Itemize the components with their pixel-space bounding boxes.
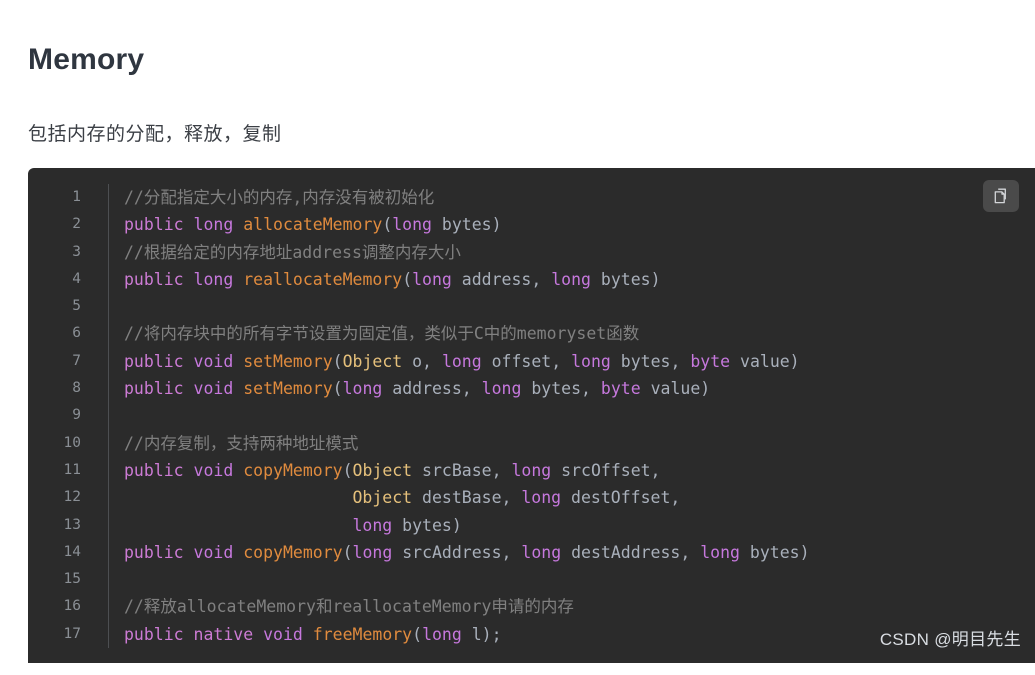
line-number: 2 xyxy=(72,216,81,233)
code-scroll-area[interactable]: 1 //分配指定大小的内存,内存没有被初始化 2 public long alloca… xyxy=(28,168,1035,663)
copy-icon xyxy=(992,187,1010,205)
code-line: 6 //将内存块中的所有字节设置为固定值，类似于C中的memoryset函数 xyxy=(28,320,1035,348)
code-line-text: public void copyMemory(Object srcBase, l… xyxy=(124,460,661,480)
code-line: 1 //分配指定大小的内存,内存没有被初始化 xyxy=(28,184,1035,212)
code-line: 16 //释放allocateMemory和reallocateMemory申请的… xyxy=(28,593,1035,621)
line-number: 11 xyxy=(63,461,81,478)
code-line-text: public void copyMemory(long srcAddress, … xyxy=(124,542,810,562)
code-line: 2 public long allocateMemory(long bytes) xyxy=(28,211,1035,239)
gutter-divider xyxy=(108,402,109,430)
line-number: 16 xyxy=(63,598,81,615)
page-subtitle: 包括内存的分配，释放，复制 xyxy=(28,124,282,145)
page-title: Memory xyxy=(28,43,145,77)
line-number: 17 xyxy=(63,625,81,642)
line-number: 12 xyxy=(63,489,81,506)
code-line-text: public native void freeMemory(long l); xyxy=(124,624,502,644)
code-line-text: //根据给定的内存地址address调整内存大小 xyxy=(124,242,461,262)
code-line: 7 public void setMemory(Object o, long of… xyxy=(28,347,1035,376)
line-number: 1 xyxy=(72,189,81,205)
code-line: 15 xyxy=(28,566,1035,594)
copy-code-button[interactable] xyxy=(983,180,1019,212)
code-line-text: public void setMemory(Object o, long off… xyxy=(124,351,800,371)
line-number: 10 xyxy=(63,434,81,451)
line-number: 8 xyxy=(72,380,81,397)
code-line-text: public long reallocateMemory(long addres… xyxy=(124,269,661,289)
line-number: 6 xyxy=(72,325,81,342)
code-line: 11 public void copyMemory(Object srcBase,… xyxy=(28,456,1035,485)
code-line: 13 long bytes) xyxy=(28,511,1035,539)
code-line: 8 public void setMemory(long address, lon… xyxy=(28,375,1035,403)
gutter-divider xyxy=(108,566,109,594)
line-number: 9 xyxy=(72,407,81,424)
line-number: 5 xyxy=(72,298,81,315)
code-line-text: //释放allocateMemory和reallocateMemory申请的内存 xyxy=(124,597,574,617)
line-number: 13 xyxy=(63,516,81,533)
gutter-divider xyxy=(108,293,109,321)
code-line-text: Object destBase, long destOffset, xyxy=(352,488,681,508)
code-line-text: //将内存块中的所有字节设置为固定值，类似于C中的memoryset函数 xyxy=(124,324,640,344)
code-line: 3 //根据给定的内存地址address调整内存大小 xyxy=(28,238,1035,266)
line-number: 4 xyxy=(72,270,81,287)
code-lines: 1 //分配指定大小的内存,内存没有被初始化 2 public long alloca… xyxy=(28,184,1035,649)
page-bottom-strip xyxy=(0,663,1035,675)
line-number: 3 xyxy=(72,243,81,260)
line-number: 14 xyxy=(63,543,81,560)
code-line-text: long bytes) xyxy=(352,515,462,535)
code-line: 5 xyxy=(28,293,1035,321)
code-line-text: public void setMemory(long address, long… xyxy=(124,379,711,399)
code-line-text: //分配指定大小的内存,内存没有被初始化 xyxy=(124,188,435,207)
line-number: 7 xyxy=(72,352,81,369)
code-line: 10 //内存复制，支持两种地址模式 xyxy=(28,429,1035,457)
watermark: CSDN @明目先生 xyxy=(879,630,1021,649)
code-line-text: //内存复制，支持两种地址模式 xyxy=(124,433,359,453)
code-line: 9 xyxy=(28,402,1035,430)
code-line: 12 Object destBase, long destOffset, xyxy=(28,484,1035,512)
line-number: 15 xyxy=(63,571,81,588)
code-block: 1 //分配指定大小的内存,内存没有被初始化 2 public long alloca… xyxy=(28,168,1035,663)
code-line: 4 public long reallocateMemory(long addre… xyxy=(28,265,1035,294)
code-line: 14 public void copyMemory(long srcAddress… xyxy=(28,538,1035,567)
code-line-text: public long allocateMemory(long bytes) xyxy=(124,215,502,235)
